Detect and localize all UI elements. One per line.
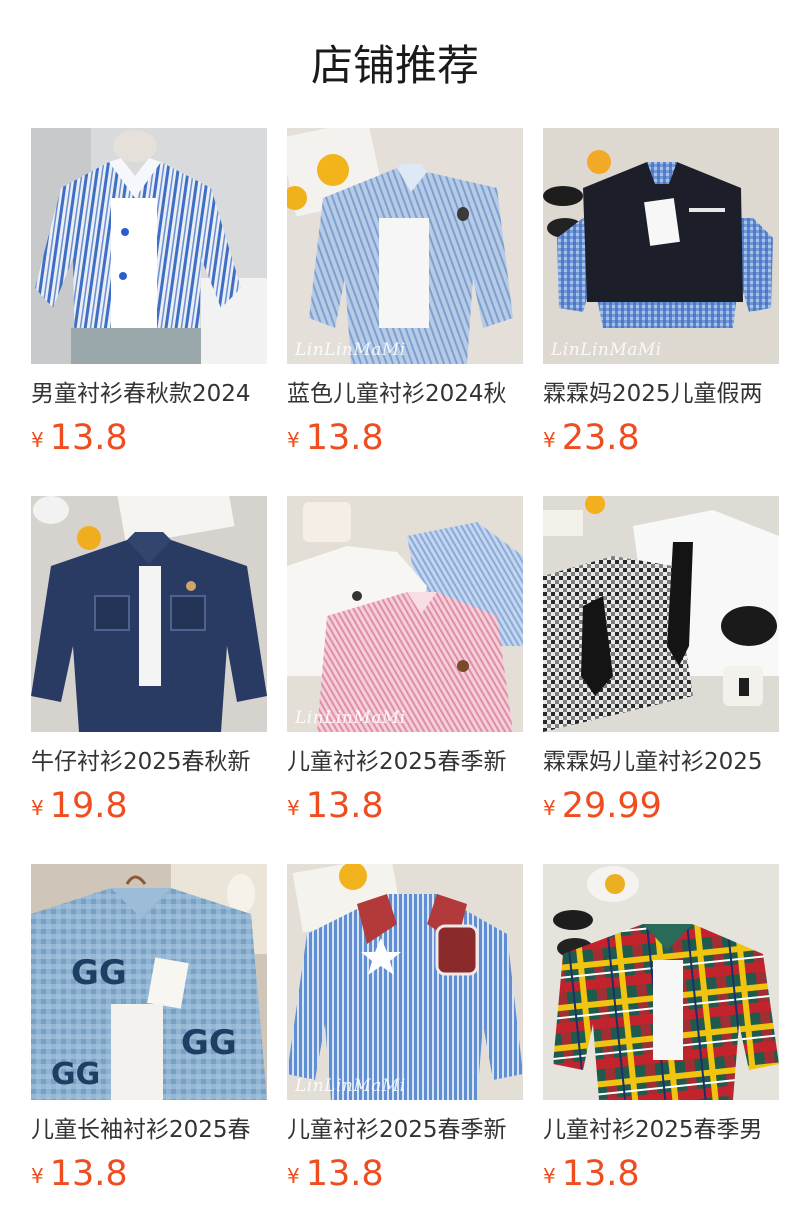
product-card[interactable]: 儿童衬衫2025春季男 ¥13.8: [543, 864, 779, 1204]
watermark-text: LinLinMaMi: [295, 340, 406, 360]
product-card[interactable]: LinLinMaMi 霖霖妈2025儿童假两 ¥23.8: [543, 128, 779, 468]
svg-text:GG: GG: [181, 1023, 237, 1063]
price-amount: 13.8: [305, 1154, 384, 1194]
currency-symbol: ¥: [543, 796, 556, 820]
currency-symbol: ¥: [543, 428, 556, 452]
currency-symbol: ¥: [31, 796, 44, 820]
product-card[interactable]: 牛仔衬衫2025春秋新 ¥19.8: [31, 496, 267, 836]
product-price: ¥13.8: [31, 418, 128, 458]
product-price: ¥13.8: [543, 1154, 640, 1194]
currency-symbol: ¥: [287, 1164, 300, 1188]
price-amount: 13.8: [561, 1154, 640, 1194]
product-name[interactable]: 儿童衬衫2025春季新: [287, 1114, 523, 1146]
svg-text:GG: GG: [71, 953, 127, 993]
price-amount: 23.8: [561, 418, 640, 458]
product-image[interactable]: [31, 128, 267, 364]
product-image[interactable]: LinLinMaMi: [287, 864, 523, 1100]
product-image[interactable]: LinLinMaMi: [543, 128, 779, 364]
product-image[interactable]: [543, 496, 779, 732]
currency-symbol: ¥: [287, 796, 300, 820]
product-card[interactable]: LinLinMaMi 儿童衬衫2025春季新 ¥13.8: [287, 496, 523, 836]
product-name[interactable]: 儿童衬衫2025春季男: [543, 1114, 779, 1146]
price-amount: 13.8: [305, 786, 384, 826]
product-name[interactable]: 儿童长袖衬衫2025春: [31, 1114, 267, 1146]
product-name[interactable]: 男童衬衫春秋款2024: [31, 378, 267, 410]
product-price: ¥13.8: [287, 418, 384, 458]
product-price: ¥29.99: [543, 786, 662, 826]
product-name[interactable]: 霖霖妈2025儿童假两: [543, 378, 779, 410]
svg-text:GG: GG: [51, 1057, 100, 1092]
currency-symbol: ¥: [31, 428, 44, 452]
product-name[interactable]: 牛仔衬衫2025春秋新: [31, 746, 267, 778]
price-amount: 13.8: [49, 418, 128, 458]
product-card[interactable]: GG GG GG 儿童长袖衬衫2025春 ¥13.8: [31, 864, 267, 1204]
watermark-text: LinLinMaMi: [551, 340, 662, 360]
product-card[interactable]: LinLinMaMi 蓝色儿童衬衫2024秋 ¥13.8: [287, 128, 523, 468]
watermark-text: LinLinMaMi: [295, 1076, 406, 1096]
product-card[interactable]: 男童衬衫春秋款2024 ¥13.8: [31, 128, 267, 468]
product-name[interactable]: 蓝色儿童衬衫2024秋: [287, 378, 523, 410]
product-image[interactable]: GG GG GG: [31, 864, 267, 1100]
price-amount: 19.8: [49, 786, 128, 826]
currency-symbol: ¥: [287, 428, 300, 452]
product-image[interactable]: [543, 864, 779, 1100]
product-name[interactable]: 霖霖妈儿童衬衫2025: [543, 746, 779, 778]
watermark-text: LinLinMaMi: [295, 708, 406, 728]
currency-symbol: ¥: [31, 1164, 44, 1188]
product-card[interactable]: 霖霖妈儿童衬衫2025 ¥29.99: [543, 496, 779, 836]
product-image[interactable]: [31, 496, 267, 732]
product-image[interactable]: LinLinMaMi: [287, 496, 523, 732]
page-title: 店铺推荐: [310, 41, 479, 90]
product-card[interactable]: LinLinMaMi 儿童衬衫2025春季新 ¥13.8: [287, 864, 523, 1204]
product-price: ¥13.8: [287, 786, 384, 826]
product-image[interactable]: LinLinMaMi: [287, 128, 523, 364]
product-name[interactable]: 儿童衬衫2025春季新: [287, 746, 523, 778]
product-price: ¥23.8: [543, 418, 640, 458]
product-price: ¥19.8: [31, 786, 128, 826]
price-amount: 13.8: [49, 1154, 128, 1194]
price-amount: 13.8: [305, 418, 384, 458]
price-amount: 29.99: [561, 786, 662, 826]
product-price: ¥13.8: [31, 1154, 128, 1194]
product-price: ¥13.8: [287, 1154, 384, 1194]
currency-symbol: ¥: [543, 1164, 556, 1188]
